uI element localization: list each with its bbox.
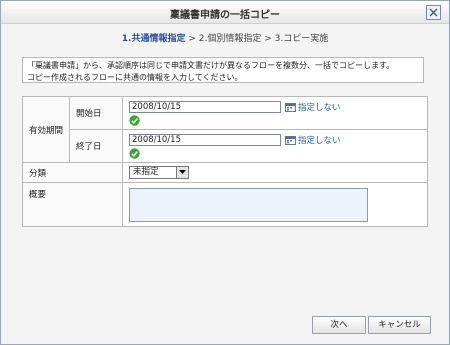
check-icon <box>129 147 140 159</box>
step-separator: > <box>185 34 199 44</box>
calendar-icon[interactable] <box>285 135 296 145</box>
description-line: 「稟議書申請」から、承認順序は同じで申請文書だけが異なるフローを複数分、一括でコ… <box>27 61 395 70</box>
start-date-label: 開始日 <box>69 96 123 130</box>
end-date-input[interactable]: 2008/10/15 <box>129 133 281 146</box>
step-common-info: 1.共通情報指定 <box>121 34 186 44</box>
check-icon <box>129 114 140 126</box>
step-individual-info: 2.個別情報指定 <box>198 34 262 44</box>
title-bar: 稟議書申請の一括コピー <box>1 1 449 24</box>
category-label: 分類 <box>22 162 123 183</box>
start-no-limit-link[interactable]: 指定しない <box>298 103 341 113</box>
description-box: 「稟議書申請」から、承認順序は同じで申請文書だけが異なるフローを複数分、一括でコ… <box>22 57 424 83</box>
step-breadcrumb: 1.共通情報指定 > 2.個別情報指定 > 3.コピー実施 <box>1 31 449 44</box>
copy-dialog: 稟議書申請の一括コピー 1.共通情報指定 > 2.個別情報指定 > 3.コピー実… <box>0 0 450 345</box>
step-copy: 3.コピー実施 <box>274 34 329 44</box>
next-button[interactable]: 次へ <box>312 316 366 334</box>
calendar-icon[interactable] <box>285 102 296 112</box>
summary-cell <box>122 182 428 227</box>
chevron-down-icon <box>176 167 188 178</box>
end-date-cell: 2008/10/15 指定しない <box>122 129 428 163</box>
dialog-title: 稟議書申請の一括コピー <box>170 10 280 21</box>
step-separator: > <box>261 34 275 44</box>
category-selected-value: 未指定 <box>133 167 159 177</box>
summary-textarea[interactable] <box>129 187 368 222</box>
category-cell: 未指定 <box>122 162 428 183</box>
validity-period-label: 有効期間 <box>22 96 70 163</box>
summary-label: 概要 <box>22 182 123 227</box>
close-icon <box>429 8 438 17</box>
end-no-limit-link[interactable]: 指定しない <box>298 136 341 146</box>
close-button[interactable] <box>426 5 441 20</box>
description-line: コピー作成されるフローに共通の情報を入力してください。 <box>27 73 243 82</box>
start-date-cell: 2008/10/15 指定しない <box>122 96 428 130</box>
start-date-input[interactable]: 2008/10/15 <box>129 100 281 113</box>
common-info-form: 有効期間 開始日 2008/10/15 指定しない 終了日 2008/10/15 指… <box>22 96 428 227</box>
category-select[interactable]: 未指定 <box>129 166 189 179</box>
end-date-label: 終了日 <box>69 129 123 163</box>
cancel-button[interactable]: キャンセル <box>368 316 431 334</box>
